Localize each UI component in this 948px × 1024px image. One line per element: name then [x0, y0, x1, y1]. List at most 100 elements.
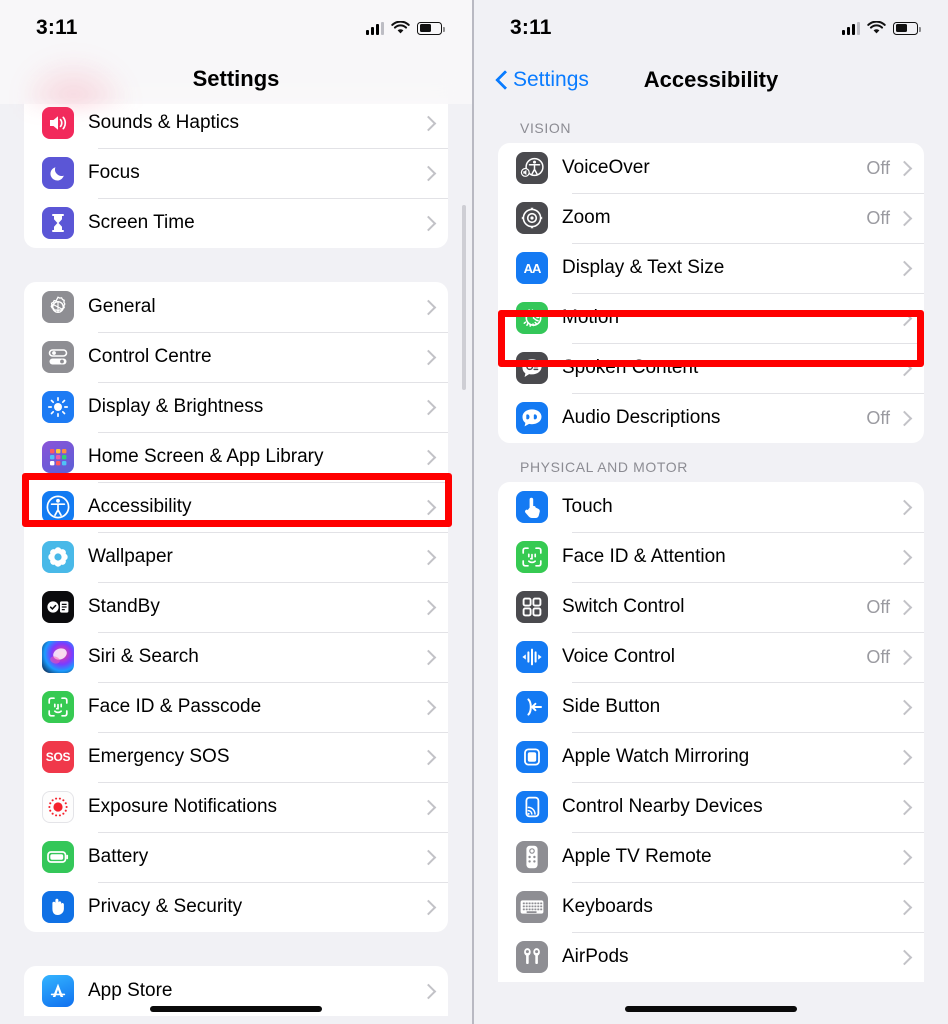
list-item[interactable]: Accessibility [24, 482, 448, 532]
list-item[interactable]: Siri & Search [24, 632, 448, 682]
voice-control-icon [516, 641, 548, 673]
list-item-label: VoiceOver [562, 157, 650, 178]
list-item-label: StandBy [88, 596, 160, 617]
list-item-label: Spoken Content [562, 357, 699, 378]
list-item-label: App Store [88, 980, 173, 1001]
scroll-indicator[interactable] [462, 205, 466, 390]
list-item[interactable]: Switch Control Off [498, 582, 924, 632]
list-item-label: AirPods [562, 946, 629, 967]
chevron-right-icon [423, 166, 432, 181]
list-item-label: Home Screen & App Library [88, 446, 324, 467]
list-item[interactable]: General [24, 282, 448, 332]
motion-icon [516, 302, 548, 334]
list-item-label: Apple Watch Mirroring [562, 746, 750, 767]
touch-icon [516, 491, 548, 523]
accessibility-group-physical: Touch Face ID & Attention Switch Control… [498, 482, 924, 982]
section-header-physical: PHYSICAL AND MOTOR [520, 459, 688, 475]
accessibility-scroll-area[interactable]: VISION VoiceOver Off Zoom Off AA Display… [474, 104, 948, 1024]
left-status-bar: 3:11 [0, 0, 472, 56]
chevron-right-icon [423, 900, 432, 915]
list-item[interactable]: Touch [498, 482, 924, 532]
right-page-title: Accessibility [643, 67, 779, 92]
list-item[interactable]: AA Display & Text Size [498, 243, 924, 293]
list-item-label: Emergency SOS [88, 746, 230, 767]
list-item[interactable]: Sounds & Haptics [24, 98, 448, 148]
list-item[interactable]: Display & Brightness [24, 382, 448, 432]
list-item[interactable]: AirPods [498, 932, 924, 982]
list-item[interactable]: Screen Time [24, 198, 448, 248]
control-centre-icon [42, 341, 74, 373]
list-item-label: Motion [562, 307, 620, 328]
list-item[interactable]: SOS Emergency SOS [24, 732, 448, 782]
chevron-left-icon [496, 71, 507, 90]
list-item[interactable]: Motion [498, 293, 924, 343]
chevron-right-icon [423, 850, 432, 865]
list-item[interactable]: Zoom Off [498, 193, 924, 243]
display-brightness-icon [42, 391, 74, 423]
chevron-right-icon [899, 850, 908, 865]
list-item-value: Off [866, 407, 890, 428]
back-button[interactable]: Settings [496, 68, 589, 92]
list-item[interactable]: Face ID & Attention [498, 532, 924, 582]
chevron-right-icon [423, 500, 432, 515]
face-id-icon [42, 691, 74, 723]
list-item-label: Wallpaper [88, 546, 173, 567]
list-item[interactable]: Apple TV Remote [498, 832, 924, 882]
list-item[interactable]: Exposure Notifications [24, 782, 448, 832]
list-item[interactable]: Voice Control Off [498, 632, 924, 682]
list-item[interactable]: Spoken Content [498, 343, 924, 393]
general-gear-icon [42, 291, 74, 323]
list-item[interactable]: Wallpaper [24, 532, 448, 582]
list-item[interactable]: Face ID & Passcode [24, 682, 448, 732]
chevron-right-icon [899, 900, 908, 915]
chevron-right-icon [899, 550, 908, 565]
list-item[interactable]: Home Screen & App Library [24, 432, 448, 482]
list-item-label: Siri & Search [88, 646, 199, 667]
chevron-right-icon [423, 700, 432, 715]
list-item[interactable]: Control Centre [24, 332, 448, 382]
chevron-right-icon [423, 400, 432, 415]
list-item[interactable]: Privacy & Security [24, 882, 448, 932]
list-item[interactable]: Apple Watch Mirroring [498, 732, 924, 782]
battery-settings-icon [42, 841, 74, 873]
settings-scroll-area[interactable]: Sounds & Haptics Focus Screen Time Gener… [0, 0, 472, 1024]
list-item-label: Screen Time [88, 212, 195, 233]
list-item-value: Off [866, 207, 890, 228]
chevron-right-icon [423, 216, 432, 231]
chevron-right-icon [423, 984, 432, 999]
list-item[interactable]: VoiceOver Off [498, 143, 924, 193]
list-item[interactable]: Side Button [498, 682, 924, 732]
list-item[interactable]: StandBy [24, 582, 448, 632]
settings-group-system: General Control Centre Display & Brightn… [24, 282, 448, 932]
chevron-right-icon [423, 800, 432, 815]
list-item-label: Control Nearby Devices [562, 796, 763, 817]
chevron-right-icon [899, 311, 908, 326]
chevron-right-icon [899, 411, 908, 426]
chevron-right-icon [899, 700, 908, 715]
back-button-label: Settings [513, 68, 589, 91]
list-item-label: Focus [88, 162, 140, 183]
chevron-right-icon [899, 750, 908, 765]
right-phone-screen: 3:11 Settings Accessibility VISION Voice… [474, 0, 948, 1024]
list-item[interactable]: Keyboards [498, 882, 924, 932]
list-item[interactable]: Battery [24, 832, 448, 882]
chevron-right-icon [423, 450, 432, 465]
left-phone-screen: Sounds & Haptics Focus Screen Time Gener… [0, 0, 474, 1024]
right-navigation-bar: Settings Accessibility [474, 56, 948, 104]
display-text-size-icon: AA [516, 252, 548, 284]
apple-watch-mirroring-icon [516, 741, 548, 773]
list-item[interactable]: Control Nearby Devices [498, 782, 924, 832]
battery-icon [417, 21, 445, 35]
standby-icon [42, 591, 74, 623]
list-item-label: Audio Descriptions [562, 407, 721, 428]
list-item-label: Touch [562, 496, 613, 517]
list-item[interactable]: Audio Descriptions Off [498, 393, 924, 443]
list-item-label: Exposure Notifications [88, 796, 278, 817]
wifi-icon [867, 21, 886, 34]
list-item[interactable]: Focus [24, 148, 448, 198]
battery-icon [893, 21, 921, 35]
list-item-label: Switch Control [562, 596, 685, 617]
cellular-signal-icon [366, 21, 384, 35]
